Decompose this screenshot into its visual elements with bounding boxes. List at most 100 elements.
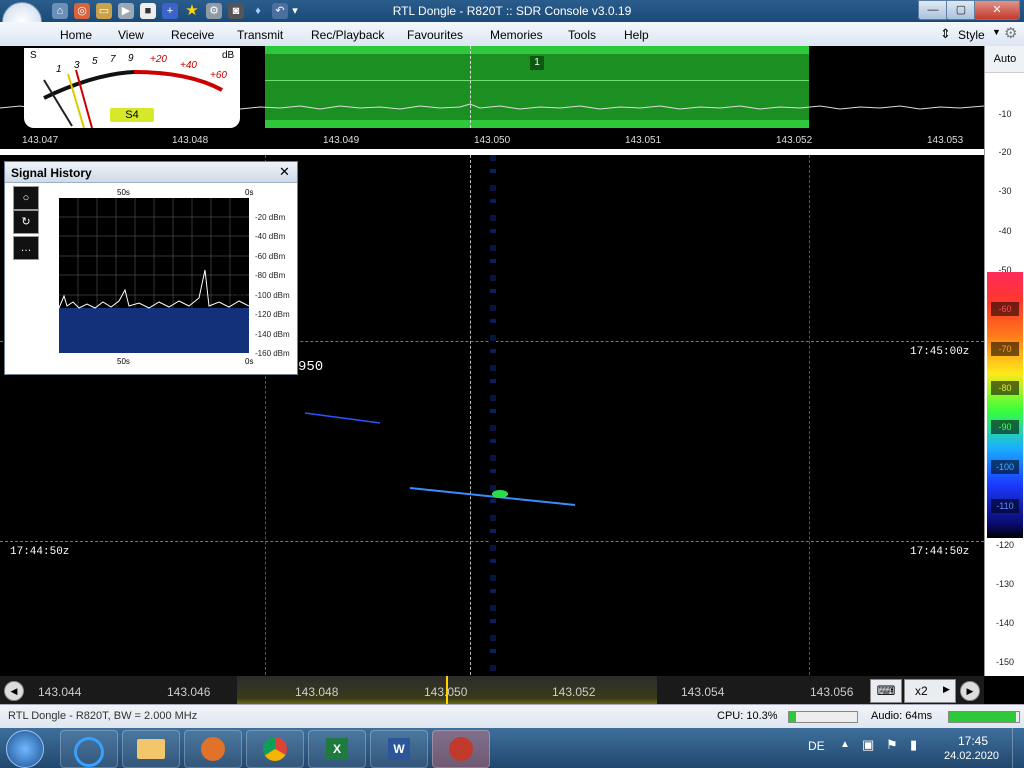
clock-time[interactable]: 17:45 [958,734,988,748]
maximize-button[interactable]: ▢ [946,0,976,20]
menu-tools[interactable]: Tools [568,28,596,42]
colour-db-tick: -60 [991,302,1019,316]
window-title: RTL Dongle - R820T :: SDR Console v3.0.1… [392,4,632,18]
media-player-icon[interactable] [184,730,242,768]
spectrum-frequency-scale[interactable]: 143.047 143.048 143.049 143.050 143.051 … [0,129,984,149]
signal-history-graph [58,198,250,353]
spectrum-db-tick: -20 [998,147,1012,157]
style-menu[interactable]: Style [958,28,985,42]
history-s-reading: S3 [231,286,246,300]
signal-history-title: Signal History [11,166,92,180]
history-dbm-tick: -40 dBm [255,232,286,241]
tuner-freq-tick: 143.052 [552,685,596,699]
status-cpu: CPU: 10.3% [717,710,778,722]
spectrum-freq-tick: 143.049 [323,135,360,146]
menu-rec-playback[interactable]: Rec/Playback [311,28,384,42]
tuner-freq-tick: 143.046 [167,685,211,699]
status-bar: RTL Dongle - R820T, BW = 2.000 MHz CPU: … [0,704,1024,729]
menu-view[interactable]: View [118,28,144,42]
tuner-freq-tick: 143.054 [681,685,725,699]
style-arrows-icon: ⇕ [940,26,951,41]
history-grid [58,198,250,353]
level-db-tick: -130 [995,579,1014,589]
signal-history-panel[interactable]: Signal History ✕ ○ ↻ … 50s 0s S3 -20 dBm… [4,161,298,375]
taskbar: X W DE ▲ ▣ ⚑ ▮ 17:45 24.02.2020 [0,728,1024,768]
language-indicator[interactable]: DE [808,739,825,753]
auto-scale-button[interactable]: Auto [985,46,1024,73]
tuner-freq-tick: 143.056 [810,685,854,699]
show-hidden-icons[interactable]: ▲ [840,739,850,750]
scroll-right-button[interactable]: ▶ [960,681,980,701]
signal-history-titlebar[interactable]: Signal History ✕ [5,162,297,183]
zoom-next-icon[interactable]: ▶ [943,684,950,695]
spectrum-freq-tick: 143.051 [625,135,662,146]
history-dbm-tick: -20 dBm [255,213,286,222]
spectrum-db-tick: -30 [998,186,1012,196]
history-dbm-tick: -80 dBm [255,271,286,280]
cpu-meter-fill [789,712,796,722]
history-bottom-right-label: 0s [245,357,254,366]
device-icon[interactable]: ▣ [862,737,874,753]
signal-history-close-button[interactable]: ✕ [279,164,290,180]
status-audio: Audio: 64ms [871,710,933,722]
spectrum-freq-tick: 143.050 [474,135,511,146]
word-icon[interactable]: W [370,730,428,768]
spectrum-db-tick: -40 [998,226,1012,236]
smeter-reading: S4 [110,108,154,122]
time-label-right: 17:45:00z [906,344,974,360]
spectrum-freq-tick: 143.052 [776,135,813,146]
spectrum-freq-tick: 143.053 [927,135,964,146]
status-device-info: RTL Dongle - R820T, BW = 2.000 MHz [8,710,198,722]
zoom-selector[interactable]: x2 ▶ [904,679,956,703]
colour-db-tick: -100 [991,460,1019,474]
reset-icon[interactable]: ↻ [13,210,39,234]
scroll-left-button[interactable]: ◀ [4,681,24,701]
history-dbm-tick: -160 dBm [255,349,290,358]
chrome-icon[interactable] [246,730,304,768]
flag-icon[interactable]: ⚑ [886,737,898,753]
close-button[interactable]: ✕ [974,0,1020,20]
level-db-tick: -120 [995,540,1014,550]
internet-explorer-icon[interactable] [60,730,118,768]
history-dbm-tick: -120 dBm [255,310,290,319]
spectrum-freq-tick: 143.047 [22,135,59,146]
excel-icon[interactable]: X [308,730,366,768]
level-scale[interactable]: Auto -10 -20 -30 -40 -50 -60 -70 -80 -90… [984,46,1024,676]
sdr-console-icon[interactable] [432,730,490,768]
style-dropdown-icon[interactable]: ▼ [992,27,1001,37]
more-options-icon[interactable]: … [13,236,39,260]
tuner-freq-tick: 143.050 [424,685,468,699]
minimize-button[interactable]: — [918,0,948,20]
zoom-label: x2 [915,684,928,698]
colour-db-tick: -90 [991,420,1019,434]
menu-home[interactable]: Home [60,28,92,42]
menu-help[interactable]: Help [624,28,649,42]
tuner-bar[interactable]: ◀ 143.044 143.046 143.048 143.050 143.05… [0,676,984,704]
record-icon[interactable]: ○ [13,186,39,210]
overlay-text: 950 [298,359,324,375]
menu-transmit[interactable]: Transmit [237,28,283,42]
history-dbm-tick: -140 dBm [255,330,290,339]
time-label-left: 17:44:50z [6,544,74,560]
network-icon[interactable]: ▮ [910,737,917,753]
tuner-freq-tick: 143.044 [38,685,82,699]
gear-icon[interactable]: ⚙ [1004,24,1017,42]
time-label-right: 17:44:50z [906,544,974,560]
history-dbm-tick: -60 dBm [255,252,286,261]
tuner-freq-tick: 143.048 [295,685,339,699]
file-explorer-icon[interactable] [122,730,180,768]
menu-memories[interactable]: Memories [490,28,543,42]
keyboard-icon[interactable]: ⌨ [870,679,902,703]
history-bottom-left-label: 50s [117,357,130,366]
start-button[interactable] [6,730,44,768]
show-desktop-button[interactable] [1012,728,1024,768]
s-meter: S dB 1 3 5 7 9 +20 +40 +60 S4 [24,48,240,128]
menu-receive[interactable]: Receive [171,28,214,42]
history-dbm-tick: -100 dBm [255,291,290,300]
level-db-tick: -140 [995,618,1014,628]
clock-date[interactable]: 24.02.2020 [944,750,999,762]
menu-favourites[interactable]: Favourites [407,28,463,42]
colour-db-tick: -70 [991,342,1019,356]
history-top-right-label: 0s [245,188,254,197]
level-db-tick: -150 [995,657,1014,667]
